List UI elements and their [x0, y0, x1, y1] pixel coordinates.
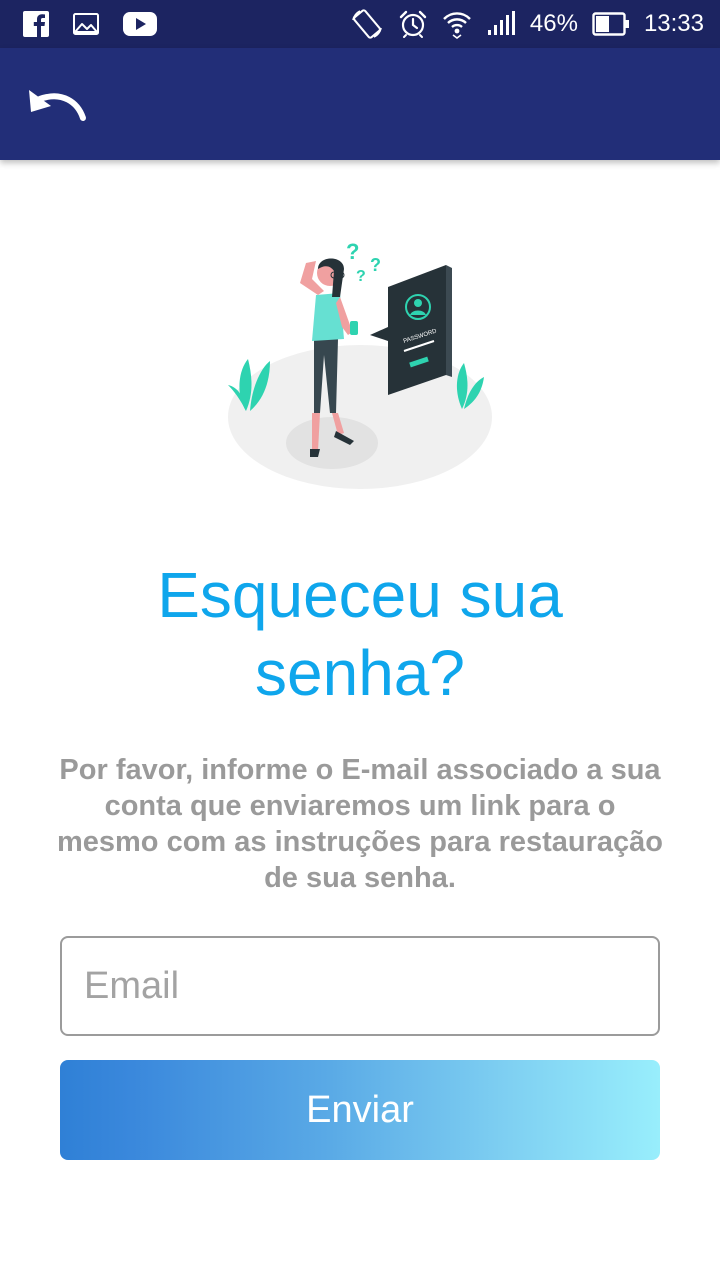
email-field[interactable]: [60, 936, 660, 1036]
battery-percent: 46%: [529, 10, 578, 37]
back-button[interactable]: [20, 78, 92, 130]
wifi-icon: [443, 12, 471, 39]
status-bar: 46% 13:33: [0, 0, 720, 48]
facebook-icon: [23, 11, 49, 38]
undo-arrow-icon: [29, 90, 86, 121]
signal-icon: [487, 11, 515, 35]
status-notifications: [22, 10, 158, 38]
battery-icon: [592, 12, 629, 36]
forgot-password-illustration: PASSWORD ? ? ?: [228, 239, 492, 489]
question-marks: ? ? ?: [346, 239, 381, 285]
gallery-icon: [73, 13, 99, 35]
alarm-icon: [399, 10, 427, 38]
app-bar: [0, 48, 720, 160]
status-system: 46% 13:33: [350, 8, 704, 40]
youtube-icon: [123, 12, 157, 36]
svg-text:?: ?: [346, 239, 359, 264]
send-button[interactable]: Enviar: [60, 1060, 660, 1160]
svg-text:?: ?: [356, 268, 366, 285]
clock: 13:33: [643, 10, 704, 37]
instructions-text: Por favor, informe o E-mail associado a …: [56, 754, 664, 894]
page-title: Esqueceu sua senha?: [157, 559, 563, 709]
rotate-icon: [352, 9, 382, 39]
svg-text:?: ?: [370, 255, 381, 275]
